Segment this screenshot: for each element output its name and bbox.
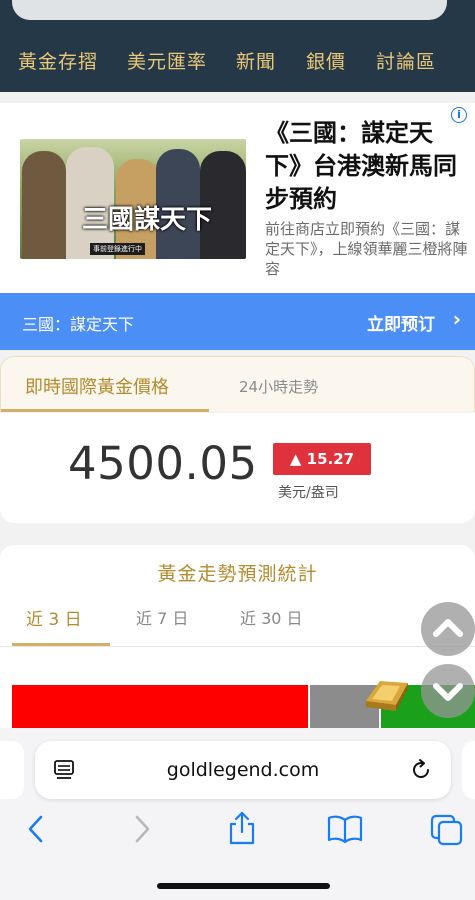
url-text[interactable]: goldlegend.com [35,759,451,781]
scroll-up-button[interactable] [421,602,475,656]
ad-description: 前往商店立即預約《三國：謀定天下》，上線領華麗三橙將陣容 [265,220,468,278]
forecast-bar-down [12,685,308,730]
share-icon[interactable] [227,810,257,846]
browser-toolbar: goldlegend.com [0,728,475,900]
main-nav: 黃金存摺 美元匯率 新聞 銀價 討論區 [0,40,475,80]
forecast-title: 黃金走勢預測統計 [157,563,318,585]
price-unit: 美元/盎司 [278,485,339,501]
prev-tab-preview[interactable] [0,741,24,799]
gold-price-tabs: 即時國際黃金價格 24小時走勢 [0,356,475,412]
chevron-right-icon: › [452,307,461,331]
advertisement[interactable]: i 三國謀天下 事前登錄進行中 《三國：謀定天下》台港澳新馬同步預約 前往商店立… [0,103,475,350]
ad-image[interactable]: 三國謀天下 事前登錄進行中 [20,139,246,259]
scroll-down-button[interactable] [421,664,475,718]
bookmarks-icon[interactable] [327,814,363,844]
nav-item-silver[interactable]: 銀價 [306,47,346,74]
price-change-badge: ▲ 15.27 [273,443,371,475]
divider [0,646,475,647]
tab-24h-trend[interactable]: 24小時走勢 [239,376,318,397]
ad-game-logo-sub: 事前登錄進行中 [90,243,145,255]
ad-cta-app-name: 三國：謀定天下 [22,315,135,334]
next-tab-preview[interactable] [462,741,475,799]
search-pill[interactable] [12,0,447,20]
ad-person-1 [22,151,66,259]
address-bar[interactable]: goldlegend.com [35,741,451,799]
ad-cta-bar[interactable]: 三國：謀定天下 立即预订 › [0,293,475,350]
site-header: 黃金存摺 美元匯率 新聞 銀價 討論區 [0,0,475,92]
nav-item-forum[interactable]: 討論區 [376,47,436,74]
tabs-icon[interactable] [430,814,464,846]
tab-3-days[interactable]: 近 3 日 [26,605,82,630]
nav-item-news[interactable]: 新聞 [236,47,276,74]
ad-title[interactable]: 《三國：謀定天下》台港澳新馬同步預約 [265,117,465,216]
active-tab-indicator [1,409,209,412]
ad-game-logo: 三國謀天下 [82,205,213,235]
nav-item-usd-rate[interactable]: 美元匯率 [127,47,207,74]
home-indicator [157,883,330,889]
tab-7-days[interactable]: 近 7 日 [136,605,188,629]
nav-item-gold-passbook[interactable]: 黃金存摺 [18,47,98,74]
gold-price-value: 4500.05 [68,437,258,490]
forward-arrow-icon[interactable] [131,814,153,844]
gold-bar-icon [366,681,408,711]
tab-30-days[interactable]: 近 30 日 [240,605,303,629]
gold-forecast-section: 黃金走勢預測統計 近 3 日 近 7 日 近 30 日 [0,545,475,745]
chevron-down-icon [433,683,463,701]
chevron-up-icon [433,619,463,637]
ad-cta-button[interactable]: 立即预订 [367,310,435,335]
back-arrow-icon[interactable] [25,814,47,844]
tab-realtime-gold-price[interactable]: 即時國際黃金價格 [25,373,169,399]
gold-price-card: 4500.05 ▲ 15.27 美元/盎司 [0,413,475,523]
reload-icon[interactable] [409,758,433,782]
